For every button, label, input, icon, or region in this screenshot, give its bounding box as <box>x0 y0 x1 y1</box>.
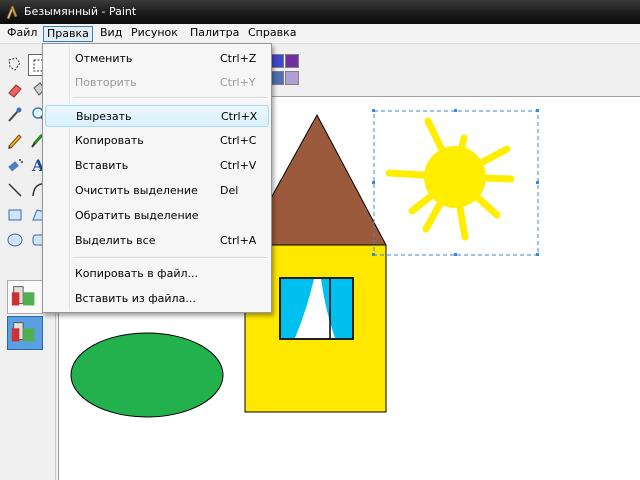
palette-swatch[interactable] <box>270 54 284 68</box>
menu-separator <box>73 257 267 259</box>
palette-swatch[interactable] <box>285 54 299 68</box>
airbrush-icon[interactable] <box>4 154 26 176</box>
paint-app-icon <box>6 5 18 20</box>
menu-item-paste-from-file[interactable]: Вставить из файла... <box>45 288 269 310</box>
menu-item-cut[interactable]: Вырезать Ctrl+X <box>45 105 269 127</box>
opaque-selection-icon[interactable] <box>7 280 43 314</box>
menu-item-shortcut: Ctrl+A <box>220 234 257 247</box>
menu-item-select-all[interactable]: Выделить все Ctrl+A <box>45 230 269 252</box>
menu-item-label: Вырезать <box>76 110 132 123</box>
menu-palette[interactable]: Палитра <box>187 26 242 42</box>
window-title: Безымянный - Paint <box>24 5 137 18</box>
pencil-icon[interactable] <box>4 129 26 151</box>
menu-image[interactable]: Рисунок <box>128 26 181 42</box>
menu-file[interactable]: Файл <box>4 26 40 42</box>
rectangle-icon[interactable] <box>4 204 26 226</box>
green-ellipse <box>70 332 224 418</box>
menu-bar: Файл Правка Вид Рисунок Палитра Справка <box>0 24 640 44</box>
title-bar: Безымянный - Paint <box>0 0 640 24</box>
menu-item-shortcut: Ctrl+Y <box>220 76 256 89</box>
menu-item-shortcut: Ctrl+Z <box>220 52 257 65</box>
menu-item-shortcut: Ctrl+V <box>220 159 257 172</box>
menu-item-shortcut: Ctrl+C <box>220 134 257 147</box>
sun <box>385 117 515 241</box>
menu-item-label: Копировать <box>75 134 144 147</box>
menu-edit[interactable]: Правка <box>43 26 93 42</box>
menu-item-label: Вставить из файла... <box>75 292 196 305</box>
menu-item-label: Обратить выделение <box>75 209 199 222</box>
color-palette <box>270 52 300 90</box>
menu-item-shortcut: Del <box>220 184 239 197</box>
menu-item-copy[interactable]: Копировать Ctrl+C <box>45 130 269 152</box>
color-picker-icon[interactable] <box>4 104 26 126</box>
menu-view[interactable]: Вид <box>97 26 125 42</box>
menu-item-redo[interactable]: Повторить Ctrl+Y <box>45 72 269 94</box>
palette-swatch[interactable] <box>285 71 299 85</box>
menu-help[interactable]: Справка <box>245 26 299 42</box>
menu-item-clear-selection[interactable]: Очистить выделение Del <box>45 180 269 202</box>
menu-item-copy-to-file[interactable]: Копировать в файл... <box>45 263 269 285</box>
menu-item-label: Копировать в файл... <box>75 267 198 280</box>
palette-swatch[interactable] <box>270 71 284 85</box>
menu-item-shortcut: Ctrl+X <box>221 110 258 123</box>
menu-item-label: Повторить <box>75 76 137 89</box>
menu-separator <box>73 97 267 99</box>
menu-item-label: Вставить <box>75 159 129 172</box>
ellipse-icon[interactable] <box>4 229 26 251</box>
eraser-icon[interactable] <box>4 79 26 101</box>
menu-item-invert-selection[interactable]: Обратить выделение <box>45 205 269 227</box>
menu-item-paste[interactable]: Вставить Ctrl+V <box>45 155 269 177</box>
menu-item-label: Отменить <box>75 52 133 65</box>
menu-item-undo[interactable]: Отменить Ctrl+Z <box>45 48 269 70</box>
menu-item-label: Очистить выделение <box>75 184 198 197</box>
free-select-icon[interactable] <box>4 54 26 76</box>
transparent-selection-icon[interactable] <box>7 316 43 350</box>
edit-dropdown-menu: Отменить Ctrl+Z Повторить Ctrl+Y Вырезат… <box>42 43 272 313</box>
line-icon[interactable] <box>4 179 26 201</box>
menu-item-label: Выделить все <box>75 234 156 247</box>
